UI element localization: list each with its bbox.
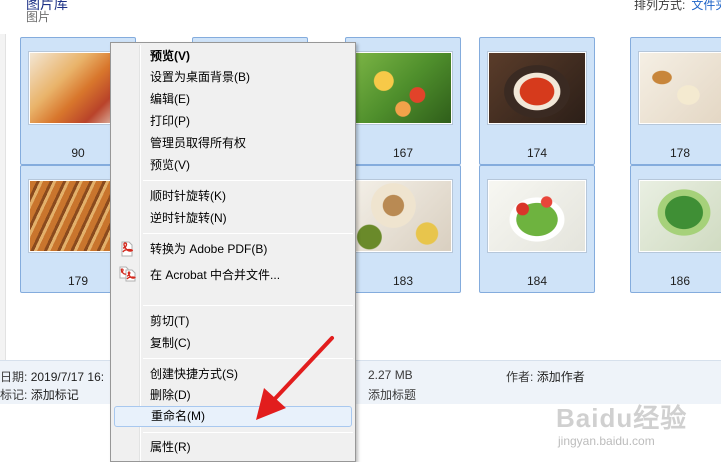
menu-item-take-ownership[interactable]: 管理员取得所有权 [114,133,352,154]
photo-label: 186 [669,274,691,288]
menu-item-combine-in-acrobat[interactable]: 在 Acrobat 中合并文件... [114,265,352,286]
photo-label: 183 [392,274,414,288]
size-value: 2.27 MB [368,368,413,382]
sort-value-link[interactable]: 文件夹 [691,0,721,12]
menu-item-preview-default[interactable]: 预览(V) [114,46,352,67]
menu-separator [143,180,353,181]
navigation-pane-edge [0,34,6,360]
date-field: 日期: 2019/7/17 16: [0,370,105,384]
sort-control[interactable]: 排列方式: 文件夹 [634,0,721,13]
photo-image [639,180,721,252]
menu-item-properties[interactable]: 属性(R) [114,437,352,458]
photo-image [488,52,586,124]
photo-image [354,52,452,124]
menu-item-print[interactable]: 打印(P) [114,111,352,132]
annotation-arrow-icon [256,336,334,420]
photo-label: 178 [669,146,691,160]
menu-separator [143,305,353,306]
photo-thumbnail[interactable]: 178 [630,37,721,165]
author-field[interactable]: 作者: 添加作者 [506,368,585,385]
menu-item-set-desktop-background[interactable]: 设置为桌面背景(B) [114,67,352,88]
menu-item-preview[interactable]: 预览(V) [114,155,352,176]
menu-separator [143,432,353,433]
menu-item-rotate-counterclockwise[interactable]: 逆时针旋转(N) [114,208,352,229]
photo-image [488,180,586,252]
menu-separator [143,233,353,234]
tags-field[interactable]: 标记: 添加标记 [0,386,79,403]
menu-item-cut[interactable]: 剪切(T) [114,311,352,332]
photo-image [354,180,452,252]
photo-thumbnail[interactable]: 183 [345,165,461,293]
photo-label: 174 [526,146,548,160]
menu-item-rotate-clockwise[interactable]: 顺时针旋转(K) [114,186,352,207]
library-subtitle: 图片 [26,10,51,24]
title-field[interactable]: 添加标题 [368,386,416,403]
photo-label: 184 [526,274,548,288]
watermark-brand: Baidu经验 [556,403,688,433]
photo-thumbnail[interactable]: 174 [479,37,595,165]
photo-thumbnail[interactable]: 184 [479,165,595,293]
photo-label: 167 [392,146,414,160]
photo-thumbnail[interactable]: 167 [345,37,461,165]
watermark-url: jingyan.baidu.com [558,434,655,448]
baidu-watermark: Baidu经验 jingyan.baidu.com [556,398,716,458]
menu-item-convert-to-pdf[interactable]: 转换为 Adobe PDF(B) [114,239,352,260]
library-header: 图片库 图片 排列方式:文件夹 [0,0,721,34]
menu-item-edit[interactable]: 编辑(E) [114,89,352,110]
photo-image [639,52,721,124]
photo-thumbnail[interactable]: 186 [630,165,721,293]
sort-label: 排列方式: [634,0,686,12]
